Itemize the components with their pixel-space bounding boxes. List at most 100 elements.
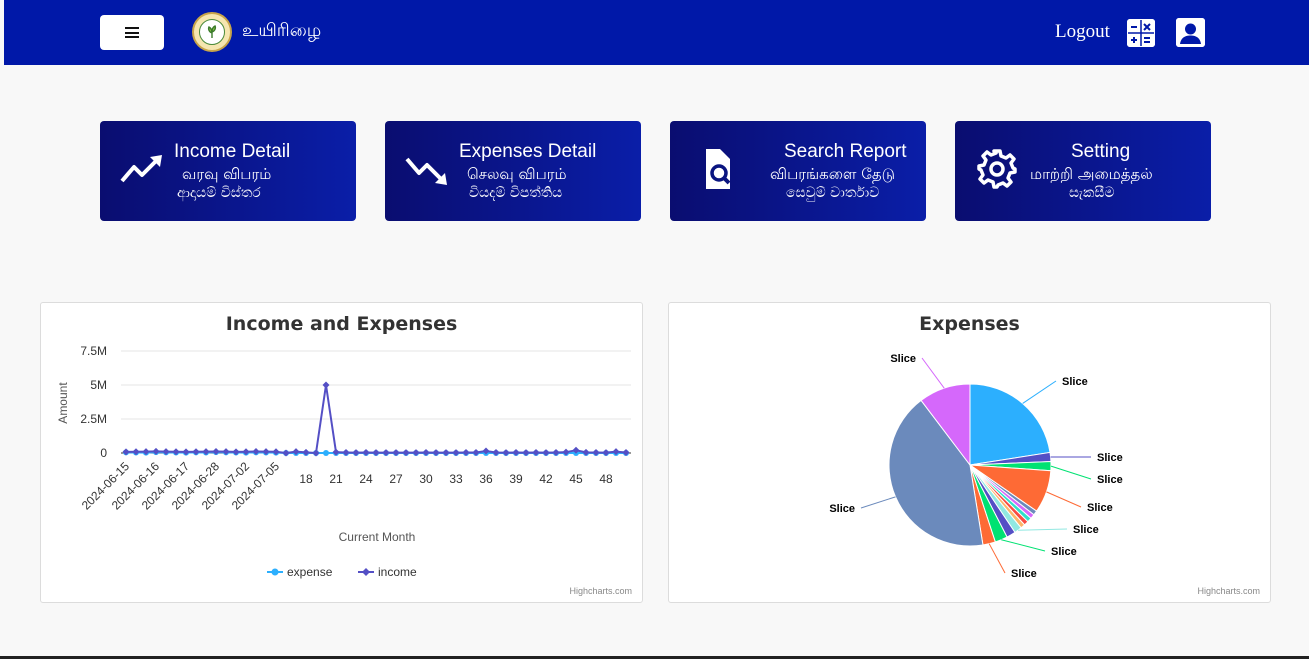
data-point-income: [462, 448, 470, 456]
tile-subtitle-tamil: வரவு விபரம்: [182, 165, 272, 183]
pie-connector: [988, 543, 1006, 574]
data-point-income: [452, 449, 460, 457]
search-file-icon: [706, 149, 731, 189]
data-point-income: [412, 449, 420, 457]
pie-connector: [1050, 465, 1092, 480]
brand-title: உயிரிழை: [242, 20, 322, 41]
line-chart: 02.5M5M7.5MAmount2024-06-152024-06-16202…: [56, 344, 631, 579]
hamburger-icon: [125, 27, 139, 38]
x-tick-label: 30: [419, 472, 433, 486]
pie-connector: [860, 496, 896, 509]
data-point-income: [312, 449, 320, 457]
tile-title: Search Report: [784, 141, 907, 162]
data-point-income: [522, 449, 530, 457]
data-point-income: [342, 448, 350, 456]
chart-credits[interactable]: Highcharts.com: [1197, 586, 1260, 596]
tile-subtitle-tamil: செலவு விபரம்: [467, 165, 567, 183]
setting-tile[interactable]: Setting மாற்றி அமைத்தல் සැකසීම: [955, 121, 1211, 221]
x-tick-label: 24: [359, 472, 373, 486]
x-tick-label: 27: [389, 472, 403, 486]
legend-marker: [362, 568, 370, 576]
data-point-income: [352, 449, 360, 457]
x-tick-label: 36: [479, 472, 493, 486]
data-point-income: [392, 449, 400, 457]
data-point-income: [122, 448, 130, 456]
y-axis-label: Amount: [56, 382, 70, 424]
pie-slice-label: Slice: [1073, 524, 1099, 536]
data-point-income: [232, 448, 240, 456]
pie-connector: [1018, 528, 1068, 531]
tile-subtitle-sinhala: වියදම් විපත්තිය: [469, 185, 563, 201]
y-tick-label: 2.5M: [80, 412, 107, 426]
income-detail-tile[interactable]: Income Detail வரவு விபரம் ආදායම් විස්තර: [100, 121, 356, 221]
data-point-income: [502, 449, 510, 457]
data-point-income: [182, 448, 190, 456]
y-tick-label: 5M: [90, 378, 107, 392]
data-point-income: [552, 448, 560, 456]
expenses-detail-tile[interactable]: Expenses Detail செலவு விபரம் වියදම් විපත…: [385, 121, 641, 221]
x-tick-label: 39: [509, 472, 523, 486]
x-tick-label: 48: [599, 472, 613, 486]
x-tick-label: 45: [569, 472, 583, 486]
data-point-income: [432, 449, 440, 457]
tile-subtitle-sinhala: සෙවුම් වාර්තාව: [786, 185, 880, 201]
chart-credits[interactable]: Highcharts.com: [569, 586, 632, 596]
pie-slice-label: Slice: [1087, 502, 1113, 514]
data-point-income: [422, 448, 430, 456]
data-point-income: [362, 448, 370, 456]
data-point-income: [622, 448, 630, 456]
y-tick-label: 0: [100, 446, 107, 460]
data-point-income: [492, 448, 500, 456]
data-point-income: [172, 448, 180, 456]
search-report-tile[interactable]: Search Report விபரங்களை தேடு සෙවුම් වාර්…: [670, 121, 926, 221]
logo: [192, 12, 232, 52]
logout-link[interactable]: Logout: [1055, 21, 1110, 43]
pie-connector: [1046, 491, 1082, 508]
tile-title: Expenses Detail: [459, 141, 597, 162]
income-expenses-chart-card: Income and Expenses 0 2.5M 5M 7.5M Amount 202…: [40, 302, 643, 603]
data-point-income: [282, 449, 290, 457]
pie-chart: Slice Slice Slice Slice Slice Slice Slice Slice…: [829, 353, 1123, 580]
menu-button[interactable]: [100, 15, 164, 50]
legend-label-expense: expense: [287, 565, 333, 579]
data-point-income: [402, 449, 410, 457]
pie-slice: [969, 383, 1051, 466]
x-axis-label: Current Month: [339, 530, 416, 544]
legend-label-income: income: [378, 565, 417, 579]
data-point-income: [512, 448, 520, 456]
data-point-income: [542, 449, 550, 457]
data-point-income: [132, 448, 140, 456]
pie-slice-label: Slice: [1097, 474, 1123, 486]
trending-down-icon: [405, 157, 447, 185]
y-tick-label: 7.5M: [80, 344, 107, 358]
data-point-income: [372, 449, 380, 457]
data-point-income: [302, 448, 310, 456]
x-tick-label: 33: [449, 472, 463, 486]
tile-title: Setting: [1071, 141, 1131, 162]
pie-slice-label: Slice: [1062, 376, 1088, 388]
pie-slice-label: Slice: [1097, 452, 1123, 464]
data-point-income: [442, 449, 450, 457]
x-tick-label: 42: [539, 472, 553, 486]
pie-slice-label: Slice: [1051, 546, 1077, 558]
calculator-icon[interactable]: [1127, 19, 1155, 47]
x-tick-label: 21: [329, 472, 343, 486]
data-point-income: [602, 449, 610, 457]
data-point-income: [222, 448, 230, 456]
expenses-pie-chart-card: Expenses Slice Slice Slice Slice Slice Slice S…: [668, 302, 1271, 603]
user-profile-icon[interactable]: [1176, 18, 1205, 47]
tile-subtitle-tamil: விபரங்களை தேடு: [770, 165, 896, 183]
gear-icon: [977, 149, 1017, 189]
data-point-expense: [323, 450, 329, 456]
pie-connector: [1001, 539, 1046, 552]
top-navbar: உயிரிழை Logout: [4, 0, 1309, 65]
pie-slice-label: Slice: [890, 353, 916, 365]
trending-up-icon: [120, 155, 162, 183]
x-tick-label: 18: [299, 472, 313, 486]
data-point-income: [162, 448, 170, 456]
tile-title: Income Detail: [174, 141, 291, 162]
data-point-income: [382, 449, 390, 457]
data-point-income: [212, 448, 220, 456]
legend-marker: [271, 568, 279, 576]
tile-subtitle-sinhala: ආදායම් විස්තර: [177, 185, 261, 201]
